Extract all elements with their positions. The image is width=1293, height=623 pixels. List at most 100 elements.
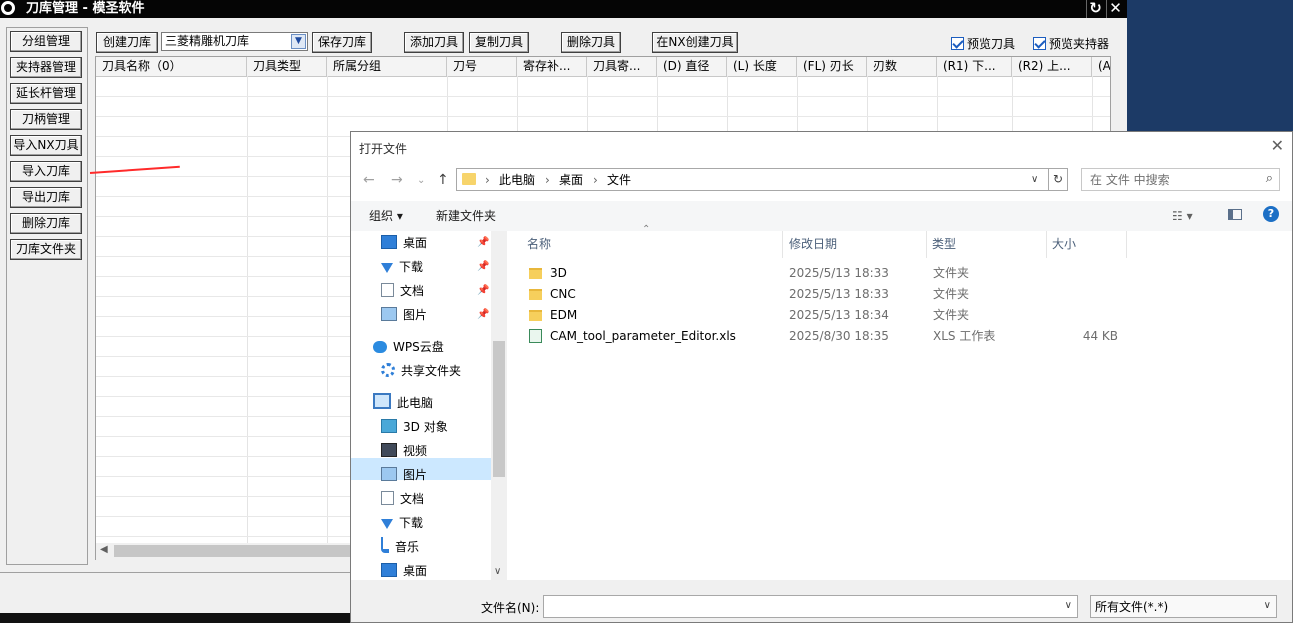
grid-column-header[interactable]: 寄存补... bbox=[517, 57, 587, 76]
search-icon[interactable]: ⌕ bbox=[1266, 171, 1273, 186]
file-name-cell[interactable]: CNC bbox=[529, 284, 576, 305]
refresh-icon[interactable]: ↻ bbox=[1086, 0, 1104, 18]
preview-holder-checkbox[interactable]: 预览夹持器 bbox=[1033, 36, 1109, 52]
nav-item[interactable]: 桌面 bbox=[381, 560, 427, 582]
grid-column-header[interactable]: 刃数 bbox=[867, 57, 937, 76]
column-type[interactable]: 类型 bbox=[924, 231, 1047, 258]
desktop-icon bbox=[381, 235, 397, 249]
nav-item[interactable]: 下载 bbox=[381, 256, 423, 278]
side-button-2[interactable]: 夹持器管理 bbox=[10, 57, 82, 78]
help-icon[interactable]: ? bbox=[1263, 206, 1279, 222]
nav-item[interactable]: 共享文件夹 bbox=[381, 360, 461, 382]
nav-item[interactable]: WPS云盘 bbox=[373, 336, 444, 358]
column-modified[interactable]: 修改日期 bbox=[781, 231, 927, 258]
nav-item[interactable]: 桌面 bbox=[381, 232, 427, 254]
preview-tool-checkbox[interactable]: 预览刀具 bbox=[951, 36, 1015, 52]
side-button-3[interactable]: 延长杆管理 bbox=[10, 83, 82, 104]
address-bar[interactable]: › 此电脑 › 桌面 › 文件 ∨ bbox=[456, 168, 1068, 191]
nav-item-label: 3D 对象 bbox=[403, 420, 448, 434]
create-in-nx-button[interactable]: 在NX创建刀具 bbox=[652, 32, 738, 53]
list-item[interactable]: EDM 2025/5/13 18:34 文件夹 bbox=[521, 305, 1291, 326]
nav-item[interactable]: 文档 bbox=[381, 280, 424, 302]
breadcrumb-desktop[interactable]: 桌面 bbox=[559, 172, 583, 188]
nav-item[interactable]: 文档 bbox=[381, 488, 424, 510]
file-name-cell[interactable]: CAM_tool_parameter_Editor.xls bbox=[529, 326, 736, 347]
grid-column-header[interactable]: (L) 长度 bbox=[727, 57, 797, 76]
back-arrow-icon[interactable]: ← bbox=[363, 172, 375, 188]
filetype-select[interactable]: 所有文件(*.*) ∨ bbox=[1090, 595, 1277, 618]
save-library-button[interactable]: 保存刀库 bbox=[312, 32, 372, 53]
nav-item[interactable]: 3D 对象 bbox=[381, 416, 448, 438]
side-button-1[interactable]: 分组管理 bbox=[10, 31, 82, 52]
side-button-4[interactable]: 刀柄管理 bbox=[10, 109, 82, 130]
grid-column-header[interactable]: (FL) 刃长 bbox=[797, 57, 867, 76]
grid-column-header[interactable]: (R1) 下... bbox=[937, 57, 1012, 76]
vertical-scrollbar[interactable]: ∨ bbox=[491, 231, 507, 582]
nav-item[interactable]: 此电脑 bbox=[373, 392, 433, 414]
side-button-8[interactable]: 删除刀库 bbox=[10, 213, 82, 234]
delete-tool-button[interactable]: 删除刀具 bbox=[561, 32, 621, 53]
search-input[interactable]: 在 文件 中搜索 ⌕ bbox=[1081, 168, 1280, 191]
grid-column-header[interactable]: 刀具名称（0） bbox=[96, 57, 247, 76]
up-arrow-icon[interactable]: ↑ bbox=[437, 172, 449, 188]
grid-column-header[interactable]: 刀具寄... bbox=[587, 57, 657, 76]
nav-item[interactable]: 下载 bbox=[381, 512, 423, 534]
file-name-cell[interactable]: 3D bbox=[529, 263, 567, 284]
refresh-icon[interactable]: ↻ bbox=[1048, 168, 1068, 191]
new-folder-button[interactable]: 新建文件夹 bbox=[436, 208, 496, 224]
table-row[interactable] bbox=[96, 116, 1110, 117]
filename-input[interactable]: ∨ bbox=[543, 595, 1078, 618]
side-button-9[interactable]: 刀库文件夹 bbox=[10, 239, 82, 260]
grid-column-header[interactable]: 刀号 bbox=[447, 57, 517, 76]
grid-column-header[interactable]: 所属分组 bbox=[327, 57, 447, 76]
horizontal-scrollbar[interactable]: ◀ bbox=[96, 543, 356, 560]
table-row[interactable] bbox=[96, 96, 1110, 97]
chevron-down-icon[interactable]: ∨ bbox=[1264, 600, 1271, 611]
column-size[interactable]: 大小 bbox=[1044, 231, 1127, 258]
nav-item[interactable]: 音乐 bbox=[381, 536, 419, 558]
document-icon bbox=[381, 283, 394, 297]
scroll-down-icon[interactable]: ∨ bbox=[494, 566, 501, 577]
grid-column-header[interactable]: (R2) 上... bbox=[1012, 57, 1092, 76]
checkbox-checked-icon[interactable] bbox=[951, 37, 964, 50]
filename-label: 文件名(N): bbox=[481, 601, 540, 615]
breadcrumb-this-pc[interactable]: 此电脑 bbox=[499, 172, 535, 188]
preview-pane-icon[interactable] bbox=[1228, 209, 1242, 220]
list-item[interactable]: CAM_tool_parameter_Editor.xls 2025/8/30 1… bbox=[521, 326, 1291, 347]
close-icon[interactable]: ✕ bbox=[1271, 136, 1284, 155]
side-button-6[interactable]: 导入刀库 bbox=[10, 161, 82, 182]
scroll-thumb[interactable] bbox=[114, 545, 354, 557]
copy-tool-button[interactable]: 复制刀具 bbox=[469, 32, 529, 53]
file-name-cell[interactable]: EDM bbox=[529, 305, 577, 326]
list-item[interactable]: CNC 2025/5/13 18:33 文件夹 bbox=[521, 284, 1291, 305]
checkbox-checked-icon[interactable] bbox=[1033, 37, 1046, 50]
nav-item-label: 共享文件夹 bbox=[401, 364, 462, 378]
nav-item-label: 图片 bbox=[403, 468, 428, 482]
recent-chevron-icon[interactable]: ⌄ bbox=[417, 175, 425, 186]
dialog-footer: 文件名(N): ∨ 所有文件(*.*) ∨ bbox=[351, 580, 1292, 622]
column-name[interactable]: 名称 bbox=[519, 231, 783, 258]
chevron-down-icon[interactable]: ∨ bbox=[1065, 600, 1072, 611]
nav-item[interactable]: 图片 bbox=[381, 464, 427, 486]
side-button-7[interactable]: 导出刀库 bbox=[10, 187, 82, 208]
forward-arrow-icon[interactable]: → bbox=[391, 172, 403, 188]
nav-item[interactable]: 图片 bbox=[381, 304, 427, 326]
add-tool-button[interactable]: 添加刀具 bbox=[404, 32, 464, 53]
scroll-left-icon[interactable]: ◀ bbox=[100, 544, 108, 555]
nav-item[interactable]: 视频 bbox=[381, 440, 427, 462]
view-options-icon[interactable]: ☷ ▾ bbox=[1172, 208, 1193, 224]
side-button-5[interactable]: 导入NX刀具 bbox=[10, 135, 82, 156]
chevron-down-icon[interactable]: ∨ bbox=[1031, 172, 1038, 188]
organize-button[interactable]: 组织 ▾ bbox=[369, 208, 403, 224]
grid-column-header[interactable]: (D) 直径 bbox=[657, 57, 727, 76]
grid-column-header[interactable]: (A) bbox=[1092, 57, 1110, 76]
filetype-value: 所有文件(*.*) bbox=[1095, 600, 1169, 614]
grid-column-header[interactable]: 刀具类型 bbox=[247, 57, 327, 76]
chevron-down-icon[interactable]: ▼ bbox=[291, 34, 306, 49]
create-library-button[interactable]: 创建刀库 bbox=[96, 32, 158, 53]
breadcrumb-files[interactable]: 文件 bbox=[607, 172, 631, 188]
scroll-thumb[interactable] bbox=[493, 341, 505, 477]
library-select[interactable]: 三菱精雕机刀库 ▼ bbox=[161, 32, 308, 51]
list-item[interactable]: 3D 2025/5/13 18:33 文件夹 bbox=[521, 263, 1291, 284]
close-icon[interactable]: ✕ bbox=[1106, 0, 1124, 18]
